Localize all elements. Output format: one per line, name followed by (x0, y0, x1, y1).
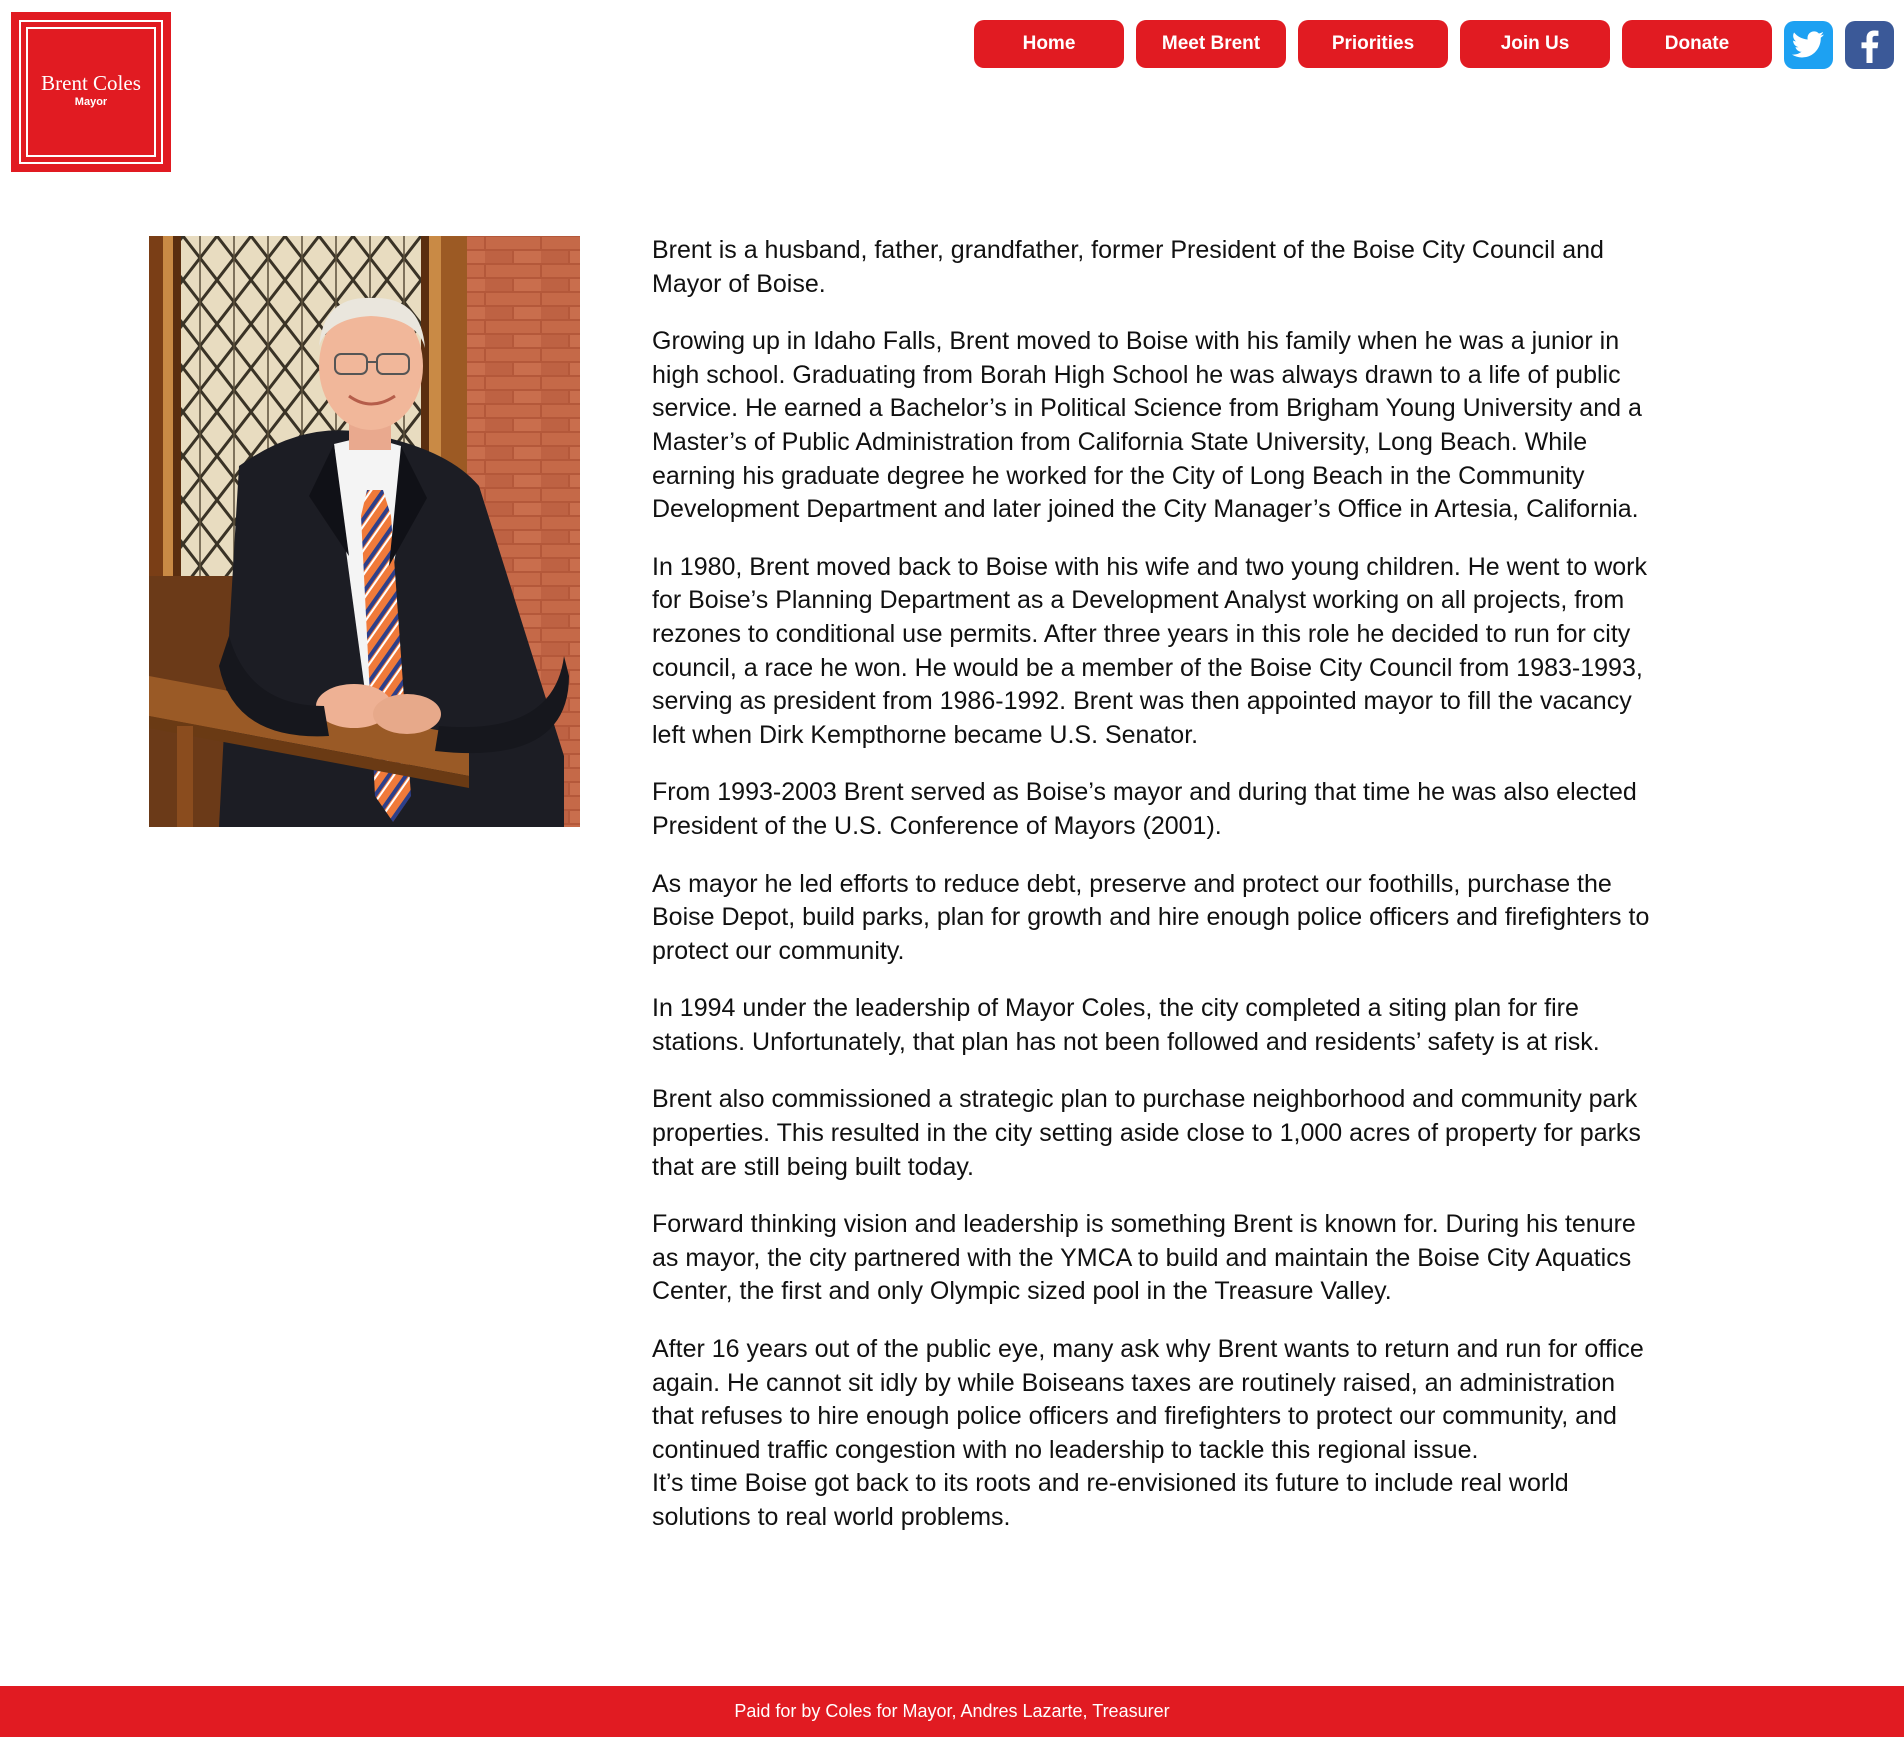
footer-disclaimer: Paid for by Coles for Mayor, Andres Laza… (0, 1686, 1904, 1737)
site-logo[interactable]: Brent Coles Mayor (11, 12, 171, 172)
bio-paragraph: In 1994 under the leadership of Mayor Co… (652, 994, 1600, 1056)
brent-portrait-photo (149, 236, 580, 827)
bio-paragraph: In 1980, Brent moved back to Boise with … (652, 552, 1647, 749)
nav-meet-brent-button[interactable]: Meet Brent (1136, 20, 1286, 68)
logo-subtitle: Mayor (74, 96, 108, 108)
nav-priorities-button[interactable]: Priorities (1298, 20, 1448, 68)
bio-paragraph-closing: It’s time Boise got back to its roots an… (652, 1469, 1569, 1531)
portrait-illustration (149, 236, 580, 827)
bio-paragraph: Forward thinking vision and leadership i… (652, 1210, 1636, 1306)
nav-join-us-button[interactable]: Join Us (1460, 20, 1610, 68)
facebook-icon (1861, 30, 1879, 63)
nav-donate-button[interactable]: Donate (1622, 20, 1772, 68)
nav-home-button[interactable]: Home (974, 20, 1124, 68)
logo-name: Brent Coles (41, 71, 141, 95)
bio-paragraph: Growing up in Idaho Falls, Brent moved t… (652, 327, 1642, 524)
twitter-icon (1791, 31, 1825, 58)
twitter-link[interactable] (1784, 21, 1833, 69)
bio-paragraph: Brent is a husband, father, grandfather,… (652, 236, 1604, 298)
bio-paragraph: From 1993-2003 Brent served as Boise’s m… (652, 778, 1637, 840)
bio-paragraph: Brent also commissioned a strategic plan… (652, 1085, 1641, 1181)
bio-paragraph: After 16 years out of the public eye, ma… (652, 1335, 1644, 1464)
footer-text: Paid for by Coles for Mayor, Andres Laza… (734, 1701, 1170, 1721)
bio-content: Brent is a husband, father, grandfather,… (652, 234, 1662, 1559)
facebook-link[interactable] (1845, 21, 1894, 69)
bio-paragraph: As mayor he led efforts to reduce debt, … (652, 869, 1650, 965)
